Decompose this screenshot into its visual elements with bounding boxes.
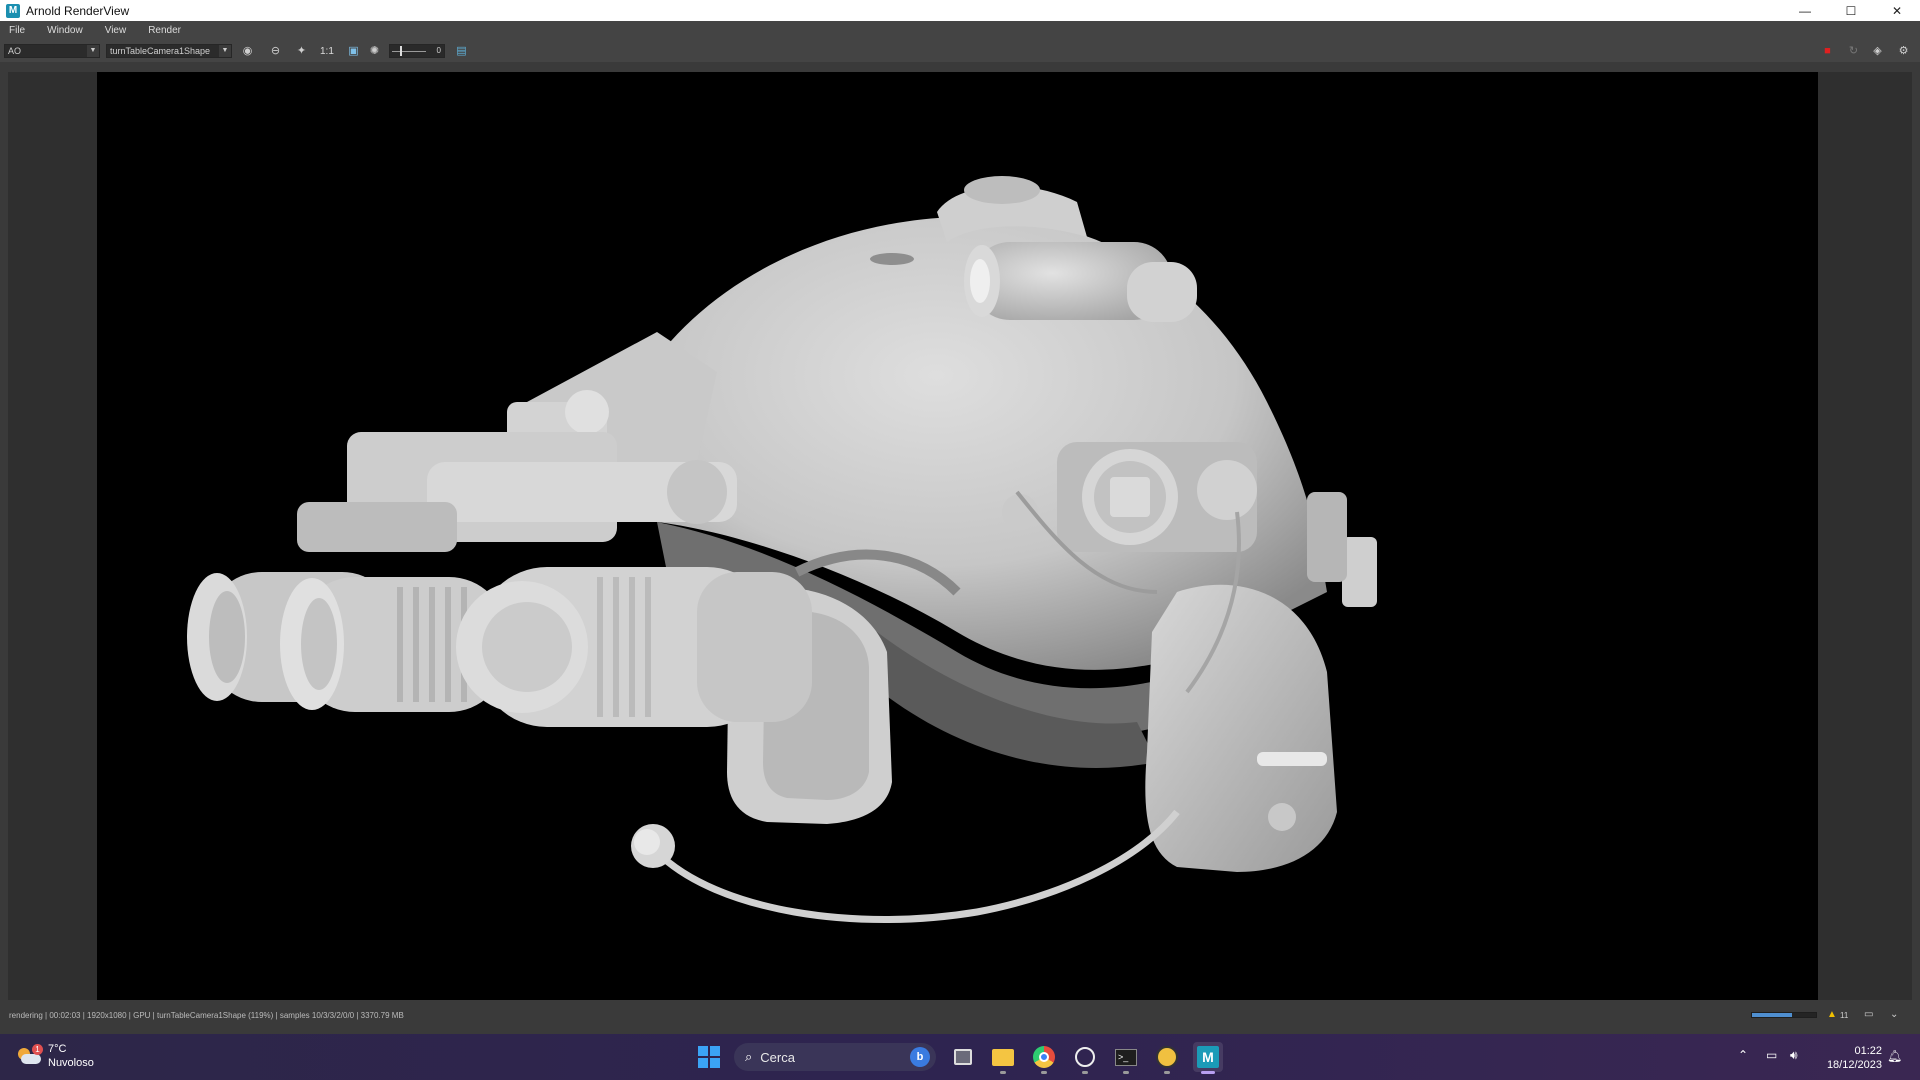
task-view-icon[interactable]: [948, 1042, 978, 1072]
weather-cloud-icon: 1: [16, 1044, 43, 1066]
camera-dropdown-value: turnTableCamera1Shape: [110, 46, 211, 56]
search-icon: ⌕: [745, 1049, 753, 1064]
menu-bar: File Window View Render: [0, 21, 1920, 40]
window-title: Arnold RenderView: [26, 3, 130, 18]
substance-icon[interactable]: [1152, 1042, 1182, 1074]
render-toolbar: AO ▼ turnTableCamera1Shape ▼ ◉ ⊖ ✦ 1:1 ▣…: [0, 40, 1920, 62]
search-placeholder: Cerca: [760, 1049, 795, 1065]
taskbar-search[interactable]: ⌕ Cerca b: [734, 1043, 936, 1071]
menu-file[interactable]: File: [4, 25, 30, 36]
aov-dropdown-value: AO: [8, 46, 22, 56]
clock-time: 01:22: [1854, 1045, 1882, 1057]
chrome-icon[interactable]: [1029, 1042, 1059, 1074]
weather-badge: 1: [32, 1044, 43, 1055]
render-progress-fill: [1752, 1013, 1792, 1017]
weather-temp: 7°C: [48, 1043, 67, 1055]
gear-icon[interactable]: ⚙: [1896, 44, 1911, 59]
log-window-icon[interactable]: ▭: [1864, 1009, 1873, 1020]
render-region-icon[interactable]: ◉: [240, 44, 255, 59]
maximize-button[interactable]: ☐: [1828, 0, 1874, 21]
snapshot-icon[interactable]: ▤: [454, 44, 469, 59]
file-explorer-icon[interactable]: [988, 1042, 1018, 1074]
exposure-slider-handle[interactable]: [400, 46, 402, 56]
chevron-down-icon: ▼: [87, 45, 99, 57]
compare-icon[interactable]: ⊖: [268, 44, 283, 59]
stop-render-icon[interactable]: ■: [1820, 44, 1835, 59]
render-viewport[interactable]: [97, 72, 1818, 1000]
chevron-down-icon: ▼: [219, 45, 231, 57]
minimize-button[interactable]: —: [1782, 0, 1828, 21]
maya-taskbar-icon[interactable]: M: [1193, 1042, 1223, 1074]
refresh-icon[interactable]: ↻: [1846, 44, 1861, 59]
start-button[interactable]: [698, 1046, 720, 1068]
render-status-text: rendering | 00:02:03 | 1920x1080 | GPU |…: [9, 1011, 404, 1020]
taskbar-clock[interactable]: 01:22 18/12/2023: [1812, 1044, 1882, 1072]
github-icon[interactable]: [1070, 1042, 1100, 1074]
channels-icon[interactable]: ✦: [294, 44, 309, 59]
window-controls: — ☐ ✕: [1782, 0, 1920, 21]
weather-widget[interactable]: 1 7°C Nuvoloso: [16, 1042, 94, 1070]
chevron-down-icon[interactable]: ⌄: [1890, 1009, 1898, 1020]
exposure-value: 0: [436, 46, 441, 55]
terminal-icon[interactable]: >_: [1111, 1042, 1141, 1074]
exposure-slider[interactable]: 0: [389, 44, 445, 58]
maya-app-icon: M: [6, 3, 20, 18]
volume-icon[interactable]: 🔊︎: [1790, 1048, 1798, 1063]
title-bar: M Arnold RenderView — ☐ ✕: [0, 0, 1920, 21]
helmet-render: [187, 176, 1377, 923]
ratio-button[interactable]: 1:1: [320, 44, 334, 59]
weather-desc: Nuvoloso: [48, 1057, 94, 1069]
menu-render[interactable]: Render: [143, 25, 186, 36]
warning-count: 11: [1840, 1011, 1849, 1020]
windows-taskbar: 1 7°C Nuvoloso ⌕ Cerca b >_ M ⌃ ▭ 🔊︎ 01:…: [0, 1034, 1920, 1080]
clock-date: 18/12/2023: [1826, 1059, 1882, 1071]
menu-view[interactable]: View: [100, 25, 132, 36]
exposure-slider-track: [392, 51, 426, 52]
render-progress-bar: [1751, 1012, 1817, 1018]
notification-bell-icon[interactable]: 🔔︎: [1887, 1049, 1902, 1063]
aov-dropdown[interactable]: AO ▼: [4, 44, 100, 58]
close-button[interactable]: ✕: [1874, 0, 1920, 21]
camera-dropdown[interactable]: turnTableCamera1Shape ▼: [106, 44, 232, 58]
ipr-icon[interactable]: ◈: [1870, 44, 1885, 59]
crop-region-icon[interactable]: ▣: [346, 44, 361, 59]
bing-icon[interactable]: b: [910, 1047, 930, 1067]
menu-window[interactable]: Window: [42, 25, 88, 36]
warning-icon[interactable]: ▲: [1827, 1009, 1837, 1020]
exposure-icon: ✺: [369, 45, 380, 57]
network-icon[interactable]: ▭: [1766, 1048, 1777, 1062]
chevron-up-icon[interactable]: ⌃: [1738, 1048, 1748, 1062]
status-bar: rendering | 00:02:03 | 1920x1080 | GPU |…: [0, 1006, 1920, 1026]
